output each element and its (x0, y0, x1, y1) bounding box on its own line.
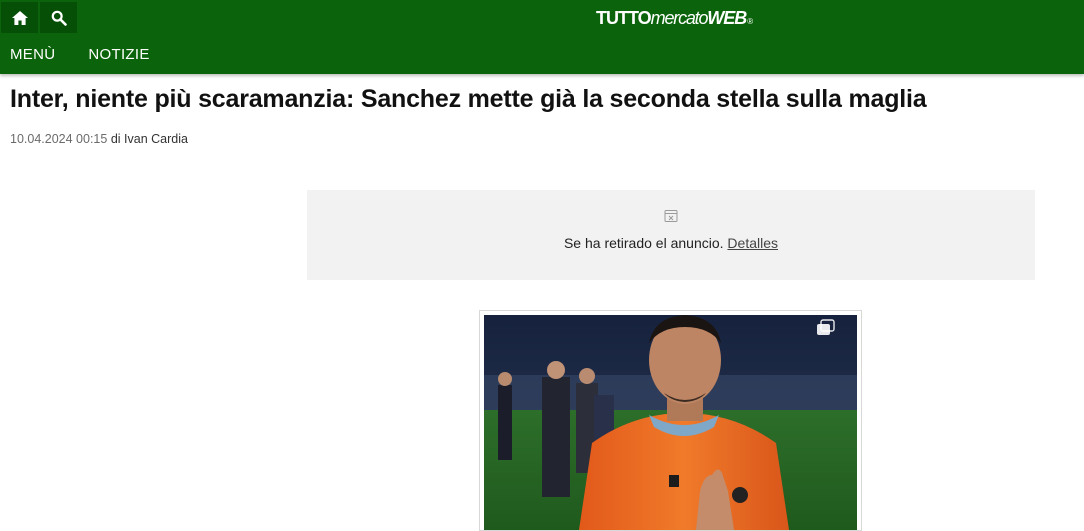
nav-item-menu[interactable]: MENÙ (10, 46, 55, 66)
top-header: TUTTO mercato WEB ® MENÙ NOTIZIE (0, 0, 1084, 74)
ad-message: Se ha retirado el anuncio. Detalles (307, 235, 1035, 251)
site-logo[interactable]: TUTTO mercato WEB ® (596, 8, 753, 30)
article-photo[interactable] (479, 310, 862, 531)
logo-part-tutto: TUTTO (596, 8, 652, 28)
home-icon (11, 10, 28, 25)
article-title: Inter, niente più scaramanzia: Sanchez m… (10, 85, 927, 113)
home-button[interactable] (1, 2, 38, 33)
article-meta: 10.04.2024 00:15 di Ivan Cardia (10, 132, 188, 146)
search-icon (51, 10, 67, 26)
article-photo-image (484, 315, 857, 530)
article-date: 10.04.2024 00:15 (10, 132, 108, 146)
article-byline-prefix: di (110, 132, 121, 146)
nav-item-notizie[interactable]: NOTIZIE (88, 46, 149, 66)
logo-part-web: WEB (707, 8, 747, 28)
main-nav: MENÙ NOTIZIE (0, 46, 173, 66)
ad-removed-icon (664, 210, 678, 222)
ad-placeholder: Se ha retirado el anuncio. Detalles (307, 190, 1035, 280)
logo-registered-mark: ® (747, 17, 754, 26)
ad-message-text: Se ha retirado el anuncio. (563, 235, 724, 251)
ad-details-link[interactable]: Detalles (727, 235, 778, 251)
logo-part-mercato: mercato (650, 8, 709, 28)
search-button[interactable] (40, 2, 77, 33)
article-author[interactable]: Ivan Cardia (124, 132, 188, 146)
